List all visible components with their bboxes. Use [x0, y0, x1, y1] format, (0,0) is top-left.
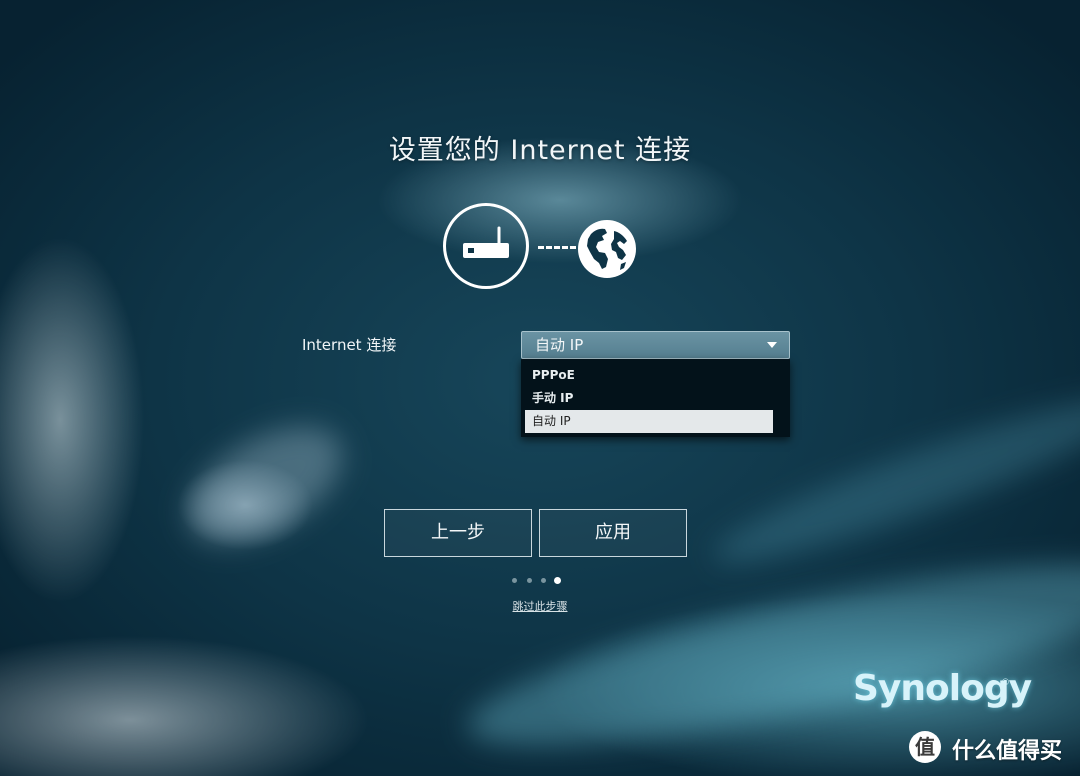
option-manual-ip[interactable]: 手动 IP — [521, 387, 790, 410]
internet-connection-label: Internet 连接 — [302, 336, 397, 354]
option-auto-ip[interactable]: 自动 IP — [525, 410, 773, 433]
background-light-streak — [168, 403, 362, 567]
back-button[interactable]: 上一步 — [384, 509, 532, 557]
wizard-title: 设置您的 Internet 连接 — [388, 135, 692, 166]
connection-dashed-line — [538, 246, 576, 249]
option-pppoe[interactable]: PPPoE — [521, 364, 790, 387]
skip-step-link[interactable]: 跳过此步骤 — [513, 600, 568, 613]
connection-type-dropdown: PPPoE 手动 IP 自动 IP — [521, 359, 790, 437]
select-value: 自动 IP — [535, 336, 584, 354]
connection-type-select[interactable]: 自动 IP — [521, 331, 790, 359]
step-dot — [527, 578, 532, 583]
step-dot — [541, 578, 546, 583]
step-dot-active — [554, 577, 561, 584]
caret-down-icon — [767, 342, 777, 348]
router-icon — [443, 203, 529, 289]
skip-step-link-row: 跳过此步骤 — [0, 598, 1080, 614]
step-dot — [512, 578, 517, 583]
apply-button[interactable]: 应用 — [539, 509, 687, 557]
watermark-text: 什么值得买 — [952, 739, 1063, 764]
synology-logo: Synology — [853, 668, 1032, 709]
registered-mark: ® — [1001, 678, 1010, 688]
watermark-logo-icon: 值 — [909, 731, 941, 763]
globe-icon — [577, 219, 637, 279]
